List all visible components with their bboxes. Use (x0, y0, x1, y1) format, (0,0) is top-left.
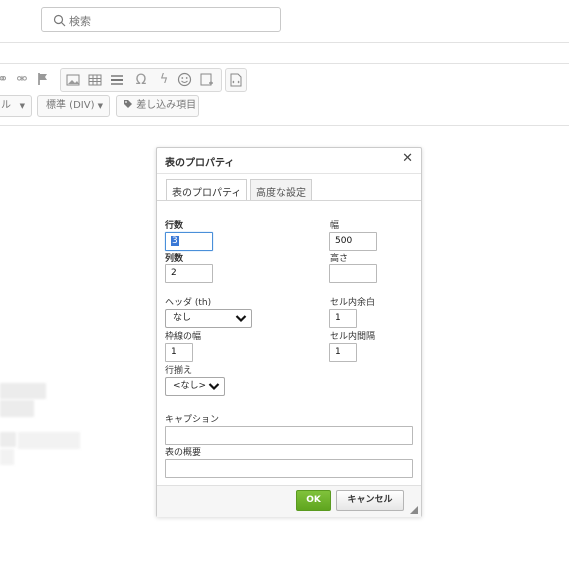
columns-field[interactable]: 2 (165, 264, 213, 283)
tab-table-properties[interactable]: 表のプロパティ (166, 179, 248, 201)
blurred-text (0, 449, 14, 465)
width-field[interactable]: 500 (329, 232, 377, 251)
rows-field[interactable]: 3 (165, 232, 213, 251)
rows-value: 3 (171, 236, 179, 246)
caption-field[interactable] (165, 426, 413, 445)
chevron-down-icon: ▼ (97, 102, 103, 110)
format-combo-label: ル (1, 100, 11, 111)
dialog-footer: OK キャンセル (157, 485, 421, 517)
search-input[interactable]: 検索 (41, 7, 281, 32)
insert-placeholder-button[interactable]: 差し込み項目 (116, 95, 199, 117)
border-width-label: 枠線の幅 (165, 332, 202, 342)
alignment-value: <なし> (173, 381, 207, 391)
chevron-down-icon (235, 315, 247, 323)
alignment-select[interactable]: <なし> (165, 377, 225, 396)
editor-top-border (0, 63, 569, 64)
table-icon[interactable] (88, 73, 102, 90)
cell-spacing-value: 1 (335, 347, 341, 357)
anchor-flag-icon[interactable] (36, 72, 50, 89)
lightning-icon[interactable]: ϟ (156, 72, 172, 88)
toolbar-bottom-border (0, 125, 569, 126)
close-icon[interactable]: ✕ (402, 151, 413, 166)
table-properties-dialog: 表のプロパティ ✕ 表のプロパティ 高度な設定 行数 3 幅 500 列数 2 … (156, 147, 422, 517)
summary-label: 表の概要 (165, 448, 202, 458)
width-label: 幅 (330, 221, 340, 231)
cancel-button[interactable]: キャンセル (336, 490, 404, 511)
blurred-text (0, 432, 16, 447)
style-combo-label: 標準 (DIV) (46, 100, 95, 111)
link-icon[interactable]: ⚭ (0, 72, 11, 88)
special-char-omega-icon[interactable]: Ω (133, 72, 149, 88)
tab-advanced-settings[interactable]: 高度な設定 (250, 179, 312, 200)
summary-field[interactable] (165, 459, 413, 478)
columns-value: 2 (171, 268, 177, 278)
cell-padding-value: 1 (335, 313, 341, 323)
header-select[interactable]: なし (165, 309, 252, 328)
rows-label: 行数 (165, 221, 184, 231)
cell-padding-field[interactable]: 1 (329, 309, 357, 328)
chevron-down-icon (208, 383, 220, 391)
blurred-text (0, 383, 46, 399)
horizontal-rule-icon[interactable] (110, 73, 124, 90)
cell-padding-label: セル内余白 (330, 298, 376, 308)
style-combo[interactable]: 標準 (DIV) ▼ (37, 95, 110, 117)
columns-label: 列数 (165, 254, 184, 264)
image-icon[interactable] (66, 73, 80, 90)
width-value: 500 (335, 236, 353, 246)
search-placeholder: 検索 (69, 15, 91, 28)
alignment-label: 行揃え (165, 366, 193, 376)
page-break-icon[interactable] (200, 73, 214, 90)
insert-placeholder-label: 差し込み項目 (136, 100, 197, 111)
cell-spacing-label: セル内間隔 (330, 332, 376, 342)
blurred-text (0, 400, 34, 417)
chevron-down-icon: ▼ (19, 102, 25, 110)
border-width-field[interactable]: 1 (165, 343, 193, 362)
dialog-title: 表のプロパティ (165, 158, 235, 169)
dialog-title-divider (157, 173, 421, 174)
unlink-icon[interactable]: ⚮ (14, 72, 30, 88)
caption-label: キャプション (165, 415, 220, 425)
ok-button[interactable]: OK (296, 490, 331, 511)
border-width-value: 1 (171, 347, 177, 357)
search-icon (53, 14, 66, 27)
tabs-divider (157, 200, 421, 201)
source-code-icon[interactable] (229, 73, 243, 90)
height-label: 高さ (330, 254, 349, 264)
header-value: なし (173, 313, 192, 323)
format-combo[interactable]: ル ▼ (0, 95, 32, 117)
header-divider (0, 42, 569, 43)
resize-grip-icon[interactable] (410, 506, 418, 514)
cell-spacing-field[interactable]: 1 (329, 343, 357, 362)
header-label: ヘッダ (th) (165, 298, 212, 308)
smiley-icon[interactable] (177, 72, 192, 90)
blurred-text (18, 432, 80, 449)
tag-icon (124, 100, 132, 108)
height-field[interactable] (329, 264, 377, 283)
